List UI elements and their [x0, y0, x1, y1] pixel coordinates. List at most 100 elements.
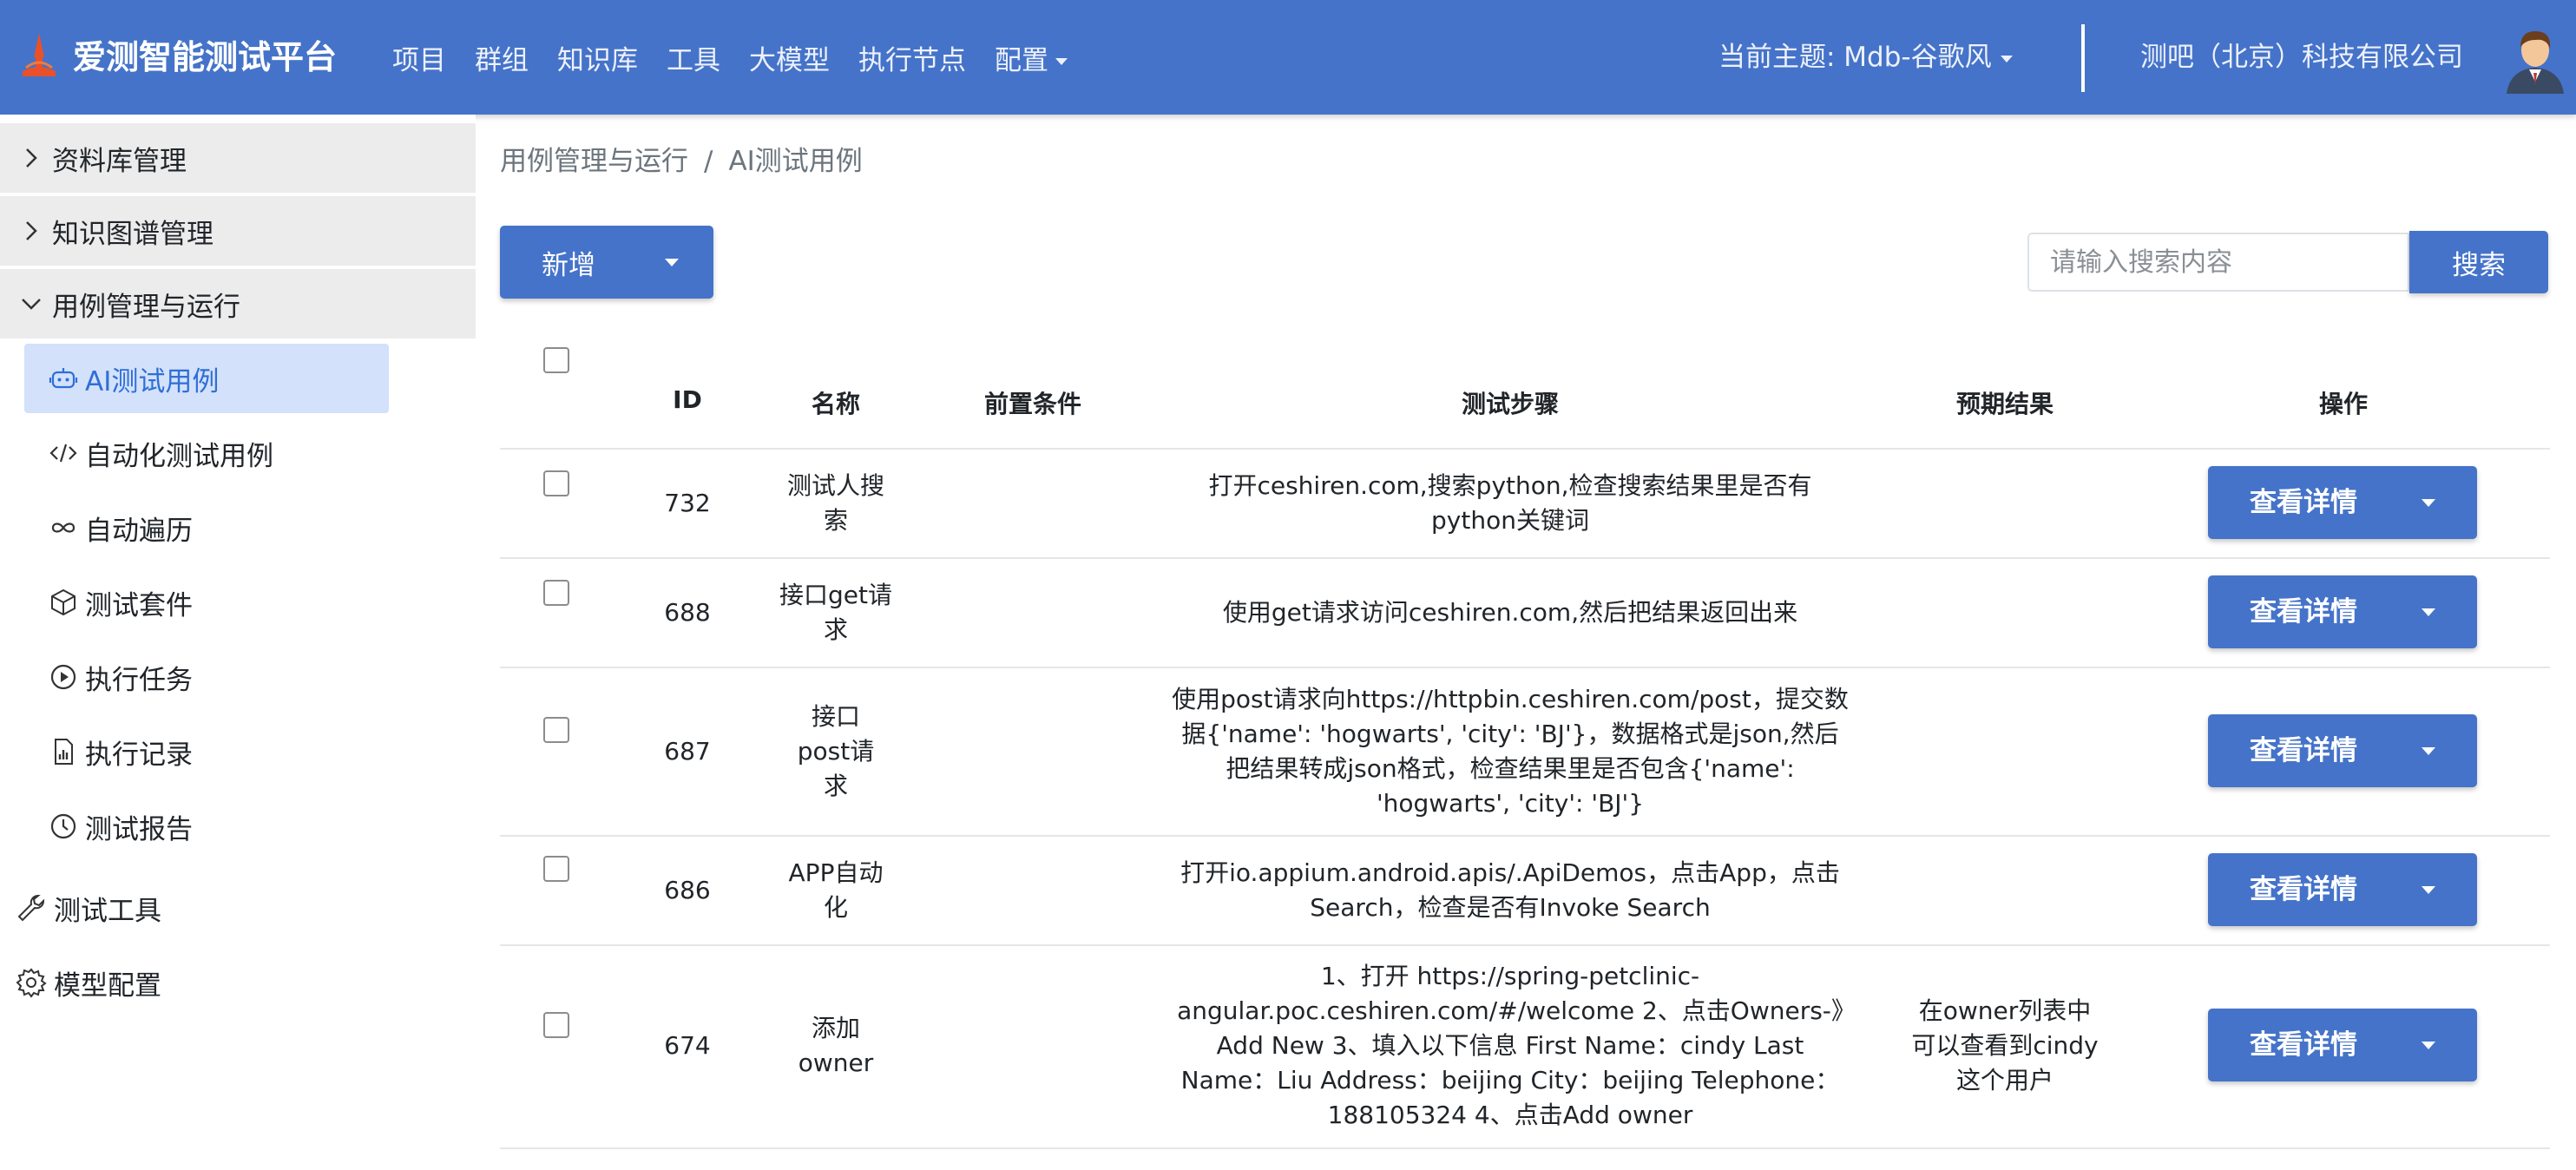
row-checkbox[interactable] — [543, 717, 569, 743]
row-expected — [1909, 837, 2100, 944]
view-details-label: 查看详情 — [2250, 735, 2357, 766]
code-icon — [49, 444, 77, 463]
breadcrumb-parent[interactable]: 用例管理与运行 — [500, 146, 688, 177]
row-id: 686 — [664, 876, 711, 904]
row-precondition — [946, 837, 1120, 944]
sidebar-item-auto-traverse[interactable]: 自动遍历 — [24, 493, 389, 562]
play-circle-icon — [50, 664, 76, 690]
theme-label: 当前主题: Mdb-谷歌风 — [1718, 42, 1992, 73]
top-navbar: 爱测智能测试平台 项目 群组 知识库 工具 大模型 执行节点 配置 当前主题: … — [0, 0, 2576, 115]
view-details-button[interactable]: 查看详情 — [2208, 466, 2477, 539]
row-expected: 在owner列表中可以查看到cindy这个用户 — [1911, 996, 2099, 1094]
row-steps: 打开io.appium.android.apis/.ApiDemos，点击App… — [1180, 858, 1840, 922]
sidebar-group-label: 资料库管理 — [52, 145, 187, 177]
chevron-right-icon — [26, 148, 37, 168]
caret-down-icon[interactable] — [2422, 886, 2435, 894]
sidebar-item-model-config[interactable]: 模型配置 — [0, 948, 476, 1017]
nav-item-llm[interactable]: 大模型 — [749, 38, 830, 77]
caret-down-icon[interactable] — [665, 259, 679, 266]
row-precondition — [946, 946, 1120, 1146]
select-all-checkbox[interactable] — [543, 347, 569, 373]
nav-item-config[interactable]: 配置 — [995, 38, 1068, 77]
caret-down-icon — [1055, 58, 1068, 65]
row-id: 688 — [664, 598, 711, 627]
row-name: 接口get请求 — [779, 581, 892, 644]
sidebar-group-knowledge-graph[interactable]: 知识图谱管理 — [0, 196, 476, 266]
row-steps: 打开ceshiren.com,搜索python,检查搜索结果里是否有python… — [1208, 471, 1812, 535]
chevron-right-icon — [26, 221, 37, 240]
column-header-id: ID — [673, 385, 702, 414]
gear-icon — [16, 968, 47, 998]
row-expected — [1909, 450, 2100, 557]
sidebar-item-label: 自动化测试用例 — [85, 440, 273, 472]
row-checkbox[interactable] — [543, 1012, 569, 1038]
search-button[interactable]: 搜索 — [2409, 231, 2548, 293]
sidebar-item-test-tools[interactable]: 测试工具 — [0, 873, 476, 943]
wrench-icon — [17, 895, 44, 922]
row-name: 接口post请求 — [797, 702, 875, 800]
robot-icon — [49, 368, 78, 389]
row-id: 687 — [664, 737, 711, 766]
sidebar-item-exec-record[interactable]: 执行记录 — [24, 717, 389, 786]
sidebar-item-label: 测试套件 — [85, 589, 193, 621]
company-name[interactable]: 测吧（北京）科技有限公司 — [2140, 33, 2463, 82]
row-name: APP自动化 — [788, 858, 884, 922]
sidebar-item-label: 模型配置 — [54, 970, 161, 1002]
caret-down-icon[interactable] — [2422, 608, 2435, 616]
column-header-actions: 操作 — [2318, 390, 2368, 418]
sidebar-group-case-management[interactable]: 用例管理与运行 — [0, 269, 476, 339]
row-checkbox[interactable] — [543, 470, 569, 496]
view-details-button[interactable]: 查看详情 — [2208, 575, 2477, 648]
nav-item-exec-node[interactable]: 执行节点 — [858, 38, 966, 77]
search-input[interactable] — [2027, 233, 2409, 292]
infinity-icon — [51, 523, 76, 533]
sidebar-group-library[interactable]: 资料库管理 — [0, 123, 476, 193]
add-button-label: 新增 — [542, 249, 595, 281]
caret-down-icon — [2000, 55, 2013, 62]
avatar[interactable] — [2503, 21, 2567, 94]
sidebar-item-label: 执行记录 — [85, 739, 193, 771]
view-details-label: 查看详情 — [2250, 596, 2357, 628]
view-details-label: 查看详情 — [2250, 1029, 2357, 1061]
sidebar-item-automation-cases[interactable]: 自动化测试用例 — [24, 418, 389, 488]
sidebar-item-ai-cases[interactable]: AI测试用例 — [24, 344, 389, 413]
row-steps: 使用post请求向https://httpbin.ceshiren.com/po… — [1172, 685, 1849, 818]
row-checkbox[interactable] — [543, 856, 569, 882]
column-header-precondition: 前置条件 — [983, 390, 1081, 418]
sidebar-item-label: 执行任务 — [85, 664, 193, 696]
logo-icon[interactable] — [17, 31, 61, 80]
row-expected — [1909, 559, 2100, 667]
nav-item-project[interactable]: 项目 — [392, 38, 446, 77]
row-id: 674 — [664, 1031, 711, 1060]
column-header-name: 名称 — [811, 390, 860, 418]
bar-chart-file-icon — [55, 739, 73, 765]
sidebar: 资料库管理 知识图谱管理 用例管理与运行 AI测试用例 自动化测试用例 自动遍历… — [0, 115, 476, 1170]
sidebar-item-label: AI测试用例 — [85, 365, 220, 398]
sidebar-item-test-suite[interactable]: 测试套件 — [24, 568, 389, 637]
caret-down-icon[interactable] — [2422, 1042, 2435, 1049]
column-header-steps: 测试步骤 — [1461, 390, 1559, 418]
caret-down-icon[interactable] — [2422, 747, 2435, 755]
sidebar-item-exec-task[interactable]: 执行任务 — [24, 642, 389, 712]
row-precondition — [946, 559, 1120, 667]
add-button[interactable]: 新增 — [500, 226, 713, 299]
sidebar-item-label: 测试报告 — [85, 813, 193, 845]
row-checkbox[interactable] — [543, 580, 569, 606]
row-id: 732 — [664, 489, 711, 517]
clock-icon — [50, 813, 76, 839]
nav-item-group[interactable]: 群组 — [475, 38, 529, 77]
row-precondition — [946, 668, 1120, 835]
view-details-button[interactable]: 查看详情 — [2208, 1009, 2477, 1081]
sidebar-group-label: 用例管理与运行 — [52, 291, 240, 323]
row-precondition — [946, 450, 1120, 557]
breadcrumb-current: AI测试用例 — [728, 146, 863, 177]
view-details-button[interactable]: 查看详情 — [2208, 853, 2477, 926]
brand-title[interactable]: 爱测智能测试平台 — [73, 33, 337, 82]
nav-item-tools[interactable]: 工具 — [667, 38, 720, 77]
nav-item-knowledge[interactable]: 知识库 — [557, 38, 638, 77]
sidebar-item-label: 自动遍历 — [85, 515, 193, 547]
sidebar-item-test-report[interactable]: 测试报告 — [24, 792, 389, 861]
view-details-button[interactable]: 查看详情 — [2208, 714, 2477, 787]
theme-dropdown[interactable]: 当前主题: Mdb-谷歌风 — [1718, 33, 2013, 82]
caret-down-icon[interactable] — [2422, 499, 2435, 507]
